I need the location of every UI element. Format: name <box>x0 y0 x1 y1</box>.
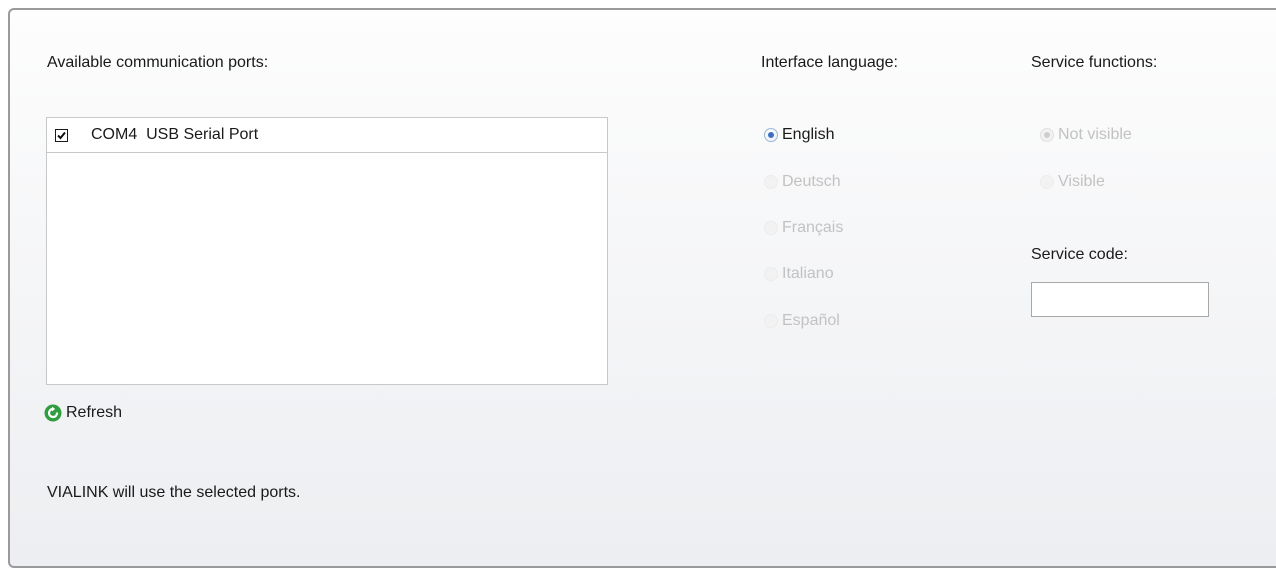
language-option-english[interactable]: English <box>764 126 834 144</box>
port-name: COM4 <box>91 126 138 143</box>
language-option-francais[interactable]: Français <box>764 219 843 237</box>
language-option-espanol[interactable]: Español <box>764 312 840 330</box>
language-option-label: Français <box>782 219 844 236</box>
radio-selected-icon[interactable] <box>1040 128 1054 142</box>
service-code-input[interactable] <box>1031 282 1209 317</box>
radio-selected-icon[interactable] <box>764 128 778 142</box>
radio-icon[interactable] <box>1040 175 1054 189</box>
radio-icon[interactable] <box>764 267 778 281</box>
port-list[interactable]: COM4 USB Serial Port <box>46 117 608 385</box>
refresh-label: Refresh <box>66 404 123 421</box>
port-description: USB Serial Port <box>146 126 259 143</box>
service-option-label: Not visible <box>1058 126 1132 143</box>
language-option-label: English <box>782 126 835 143</box>
refresh-icon <box>44 404 62 422</box>
language-option-label: Italiano <box>782 265 834 282</box>
service-option-label: Visible <box>1058 173 1105 190</box>
ports-label: Available communication ports: <box>47 54 269 71</box>
language-option-label: Deutsch <box>782 173 841 190</box>
port-row-com4[interactable]: COM4 USB Serial Port <box>47 118 607 153</box>
ports-footnote: VIALINK will use the selected ports. <box>47 484 301 501</box>
radio-icon[interactable] <box>764 221 778 235</box>
port-label: COM4 USB Serial Port <box>91 126 258 144</box>
radio-icon[interactable] <box>764 314 778 328</box>
checkmark-icon <box>57 131 66 140</box>
service-option-visible[interactable]: Visible <box>1040 173 1105 191</box>
language-option-deutsch[interactable]: Deutsch <box>764 173 841 191</box>
service-functions-label: Service functions: <box>1031 54 1158 71</box>
radio-icon[interactable] <box>764 175 778 189</box>
refresh-button[interactable]: Refresh <box>44 404 122 422</box>
port-checkbox[interactable] <box>55 129 68 142</box>
language-option-label: Español <box>782 312 840 329</box>
service-option-not-visible[interactable]: Not visible <box>1040 126 1132 144</box>
language-option-italiano[interactable]: Italiano <box>764 265 834 283</box>
language-label: Interface language: <box>761 54 898 71</box>
service-code-label: Service code: <box>1031 246 1128 263</box>
